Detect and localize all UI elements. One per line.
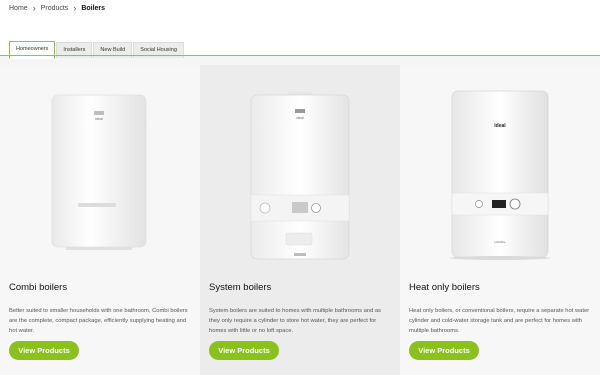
brand-logo: ideal — [296, 116, 304, 120]
heat-only-boiler-image: ideal LOGIC+ — [450, 90, 550, 260]
top-bar: Home › Products › Boilers Homeowners Ins… — [0, 0, 600, 59]
combi-boiler-image: ideal — [51, 94, 147, 250]
product-description: Heat only boilers, or conventional boile… — [409, 308, 590, 334]
system-boiler-image: ideal — [250, 92, 350, 260]
product-title: Combi boilers — [9, 282, 68, 293]
view-products-button[interactable]: View Products — [209, 341, 279, 360]
breadcrumb-products-link[interactable]: Products — [41, 5, 69, 12]
brand-logo: ideal — [494, 123, 506, 129]
view-products-button[interactable]: View Products — [409, 341, 479, 360]
breadcrumb: Home › Products › Boilers — [9, 3, 106, 13]
product-description: Better suited to smaller households with… — [9, 308, 188, 334]
brand-logo: ideal — [95, 117, 103, 121]
breadcrumb-home-link[interactable]: Home — [9, 5, 28, 12]
product-grid: ideal Combi boilers Better suited to sma… — [0, 65, 600, 375]
view-products-button[interactable]: View Products — [9, 341, 79, 360]
sub-brand-logo: LOGIC+ — [494, 240, 505, 244]
tab-homeowners[interactable]: Homeowners — [9, 41, 56, 59]
chevron-right-icon: › — [73, 3, 77, 13]
breadcrumb-current: Boilers — [81, 4, 106, 12]
product-card-system: ideal System boilers System boilers are … — [200, 65, 400, 375]
product-title: System boilers — [209, 282, 272, 293]
product-card-heat-only: ideal LOGIC+ Heat only boilers Heat only… — [400, 65, 600, 375]
chevron-right-icon: › — [32, 3, 36, 13]
product-card-combi: ideal Combi boilers Better suited to sma… — [0, 65, 200, 375]
product-title: Heat only boilers — [409, 282, 480, 293]
product-description: System boilers are suited to homes with … — [209, 308, 382, 334]
tab-divider — [0, 55, 600, 56]
